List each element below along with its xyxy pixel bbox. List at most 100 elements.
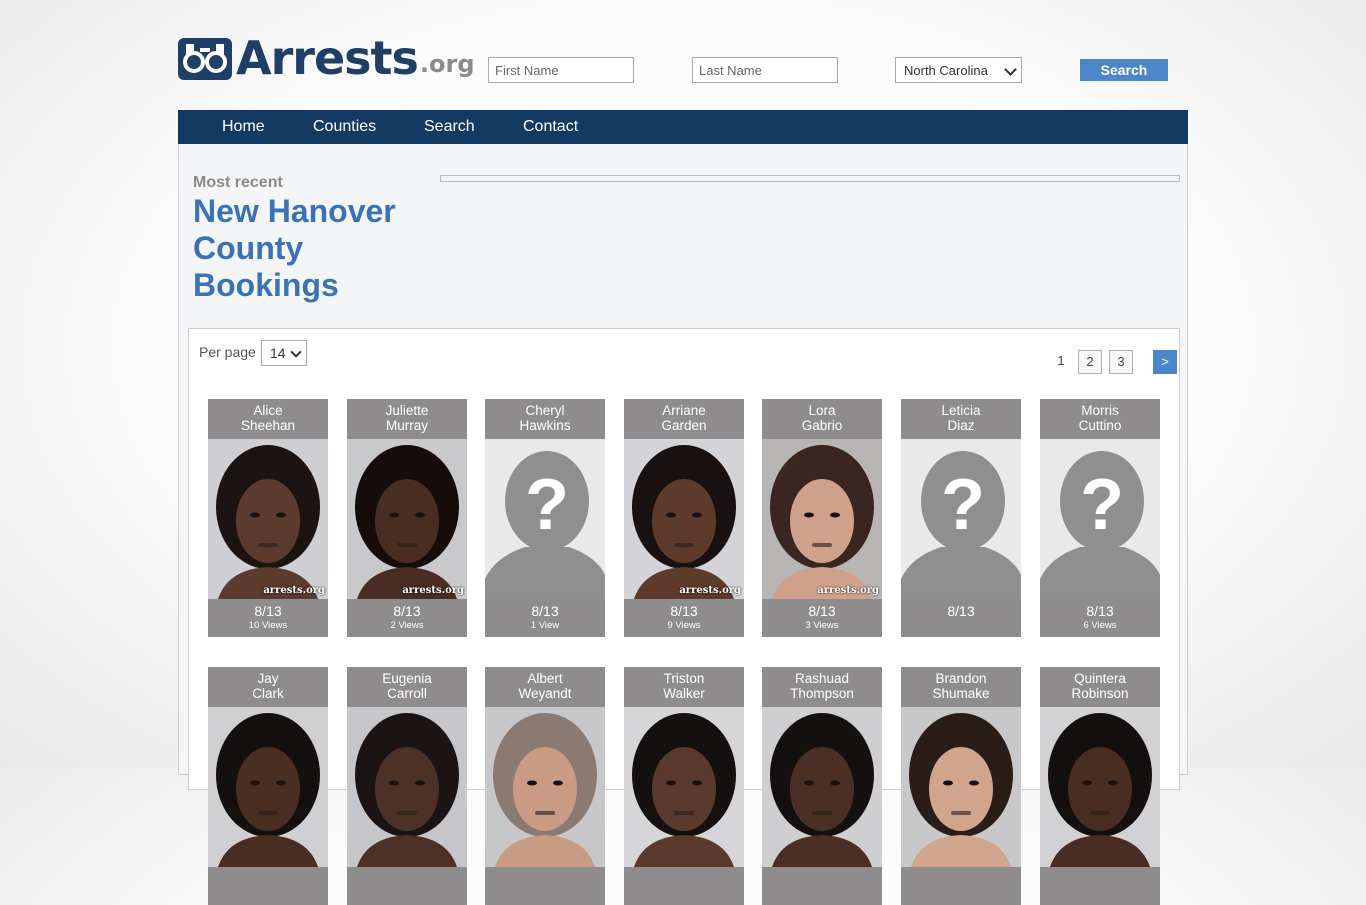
booking-card[interactable]: Quintera Robinson	[1040, 667, 1160, 905]
nav-search[interactable]: Search	[424, 110, 475, 144]
booking-card[interactable]: Arriane Garden arrests.org 8/13 9 Views	[624, 399, 744, 637]
booking-name[interactable]: Lora Gabrio	[762, 399, 882, 439]
state-select[interactable]: North Carolina	[895, 57, 1022, 83]
first-name: Morris	[1081, 403, 1119, 418]
nav-home[interactable]: Home	[222, 110, 265, 144]
booking-name[interactable]: Juliette Murray	[347, 399, 467, 439]
mugshot-photo[interactable]	[762, 707, 882, 867]
handcuffs-icon	[178, 38, 232, 80]
booking-name[interactable]: Albert Weyandt	[485, 667, 605, 707]
booking-name[interactable]: Cheryl Hawkins	[485, 399, 605, 439]
view-count: 6 Views	[1083, 620, 1117, 631]
first-name: Eugenia	[382, 671, 432, 686]
booking-name[interactable]: Leticia Diaz	[901, 399, 1021, 439]
booking-date	[347, 870, 467, 888]
site-logo[interactable]: Arrests .org	[178, 31, 475, 85]
booking-card[interactable]: Triston Walker	[624, 667, 744, 905]
booking-card[interactable]: Morris Cuttino? 8/13 6 Views	[1040, 399, 1160, 637]
mugshot-photo[interactable]	[347, 707, 467, 867]
next-page-button[interactable]: >	[1153, 350, 1177, 374]
no-photo-placeholder-icon[interactable]: ?	[1040, 439, 1160, 599]
mugshot-photo[interactable]: arrests.org	[208, 439, 328, 599]
per-page-select[interactable]: 14	[261, 340, 307, 366]
nav-counties[interactable]: Counties	[313, 110, 376, 144]
mugshot-photo[interactable]	[1040, 707, 1160, 867]
booking-date: 8/13	[808, 603, 836, 619]
booking-card[interactable]: Brandon Shumake	[901, 667, 1021, 905]
mugshot-photo[interactable]: arrests.org	[624, 439, 744, 599]
svg-text:?: ?	[1080, 465, 1124, 545]
ad-placeholder	[440, 175, 1180, 182]
booking-date: 8/13	[254, 603, 282, 619]
booking-name[interactable]: Brandon Shumake	[901, 667, 1021, 707]
svg-text:?: ?	[525, 465, 569, 545]
first-name: Quintera	[1074, 671, 1126, 686]
booking-name[interactable]: Morris Cuttino	[1040, 399, 1160, 439]
booking-name[interactable]: Triston Walker	[624, 667, 744, 707]
booking-date: 8/13	[1086, 603, 1114, 619]
last-name: Weyandt	[518, 686, 572, 701]
main-nav: Home Counties Search Contact	[178, 110, 1188, 144]
first-name: Arriane	[662, 403, 706, 418]
last-name-input[interactable]	[692, 57, 838, 83]
bookings-panel: Per page 14 1 2 3 > Alice Sheehan arrests.…	[188, 328, 1180, 905]
mugshot-photo[interactable]: arrests.org	[347, 439, 467, 599]
chevron-down-icon	[1004, 63, 1017, 76]
booking-card[interactable]: Jay Clark	[208, 667, 328, 905]
booking-date	[1040, 870, 1160, 888]
photo-watermark: arrests.org	[402, 585, 464, 596]
booking-card[interactable]: Rashuad Thompson	[762, 667, 882, 905]
booking-date: 8/13	[947, 603, 975, 619]
search-button[interactable]: Search	[1080, 59, 1168, 81]
last-name: Thompson	[790, 686, 854, 701]
booking-date	[208, 870, 328, 888]
booking-card[interactable]: Juliette Murray arrests.org 8/13 2 Views	[347, 399, 467, 637]
first-name: Triston	[663, 671, 705, 686]
booking-date	[624, 870, 744, 888]
photo-watermark: arrests.org	[679, 585, 741, 596]
page-title: New Hanover County Bookings	[193, 193, 396, 303]
mugshot-photo[interactable]	[624, 707, 744, 867]
page-2-link[interactable]: 2	[1078, 350, 1102, 374]
first-name: Juliette	[385, 403, 429, 418]
view-count: 10 Views	[248, 620, 288, 631]
mugshot-photo[interactable]	[208, 707, 328, 867]
mugshot-photo[interactable]	[485, 707, 605, 867]
first-name: Cheryl	[525, 403, 565, 418]
last-name: Walker	[663, 686, 705, 701]
booking-date	[485, 870, 605, 888]
booking-card[interactable]: Eugenia Carroll	[347, 667, 467, 905]
booking-card[interactable]: Cheryl Hawkins? 8/13 1 View	[485, 399, 605, 637]
content-area: Most recent New Hanover County Bookings …	[178, 144, 1188, 905]
logo-tld: .org	[419, 50, 475, 78]
page-3-link[interactable]: 3	[1109, 350, 1133, 374]
last-name: Cuttino	[1078, 418, 1122, 433]
page-current: 1	[1057, 353, 1065, 368]
logo-text: Arrests	[236, 31, 419, 85]
mugshot-photo[interactable]: arrests.org	[762, 439, 882, 599]
last-name: Hawkins	[519, 418, 571, 433]
booking-card[interactable]: Albert Weyandt	[485, 667, 605, 905]
booking-card[interactable]: Lora Gabrio arrests.org 8/13 3 Views	[762, 399, 882, 637]
booking-name[interactable]: Rashuad Thompson	[762, 667, 882, 707]
booking-name[interactable]: Eugenia Carroll	[347, 667, 467, 707]
first-name-input[interactable]	[488, 57, 634, 83]
svg-text:?: ?	[941, 465, 985, 545]
booking-name[interactable]: Quintera Robinson	[1040, 667, 1160, 707]
booking-name[interactable]: Arriane Garden	[624, 399, 744, 439]
booking-name[interactable]: Jay Clark	[208, 667, 328, 707]
last-name: Sheehan	[240, 418, 296, 433]
no-photo-placeholder-icon[interactable]: ?	[901, 439, 1021, 599]
first-name: Jay	[257, 671, 279, 686]
mugshot-photo[interactable]	[901, 707, 1021, 867]
booking-name[interactable]: Alice Sheehan	[208, 399, 328, 439]
booking-card[interactable]: Leticia Diaz? 8/13	[901, 399, 1021, 637]
view-count: 2 Views	[390, 620, 424, 631]
nav-contact[interactable]: Contact	[523, 110, 578, 144]
first-name: Rashuad	[794, 671, 850, 686]
first-name: Brandon	[935, 671, 987, 686]
per-page-label: Per page	[199, 344, 256, 360]
no-photo-placeholder-icon[interactable]: ?	[485, 439, 605, 599]
booking-card[interactable]: Alice Sheehan arrests.org 8/13 10 Views	[208, 399, 328, 637]
last-name: Murray	[385, 418, 428, 433]
